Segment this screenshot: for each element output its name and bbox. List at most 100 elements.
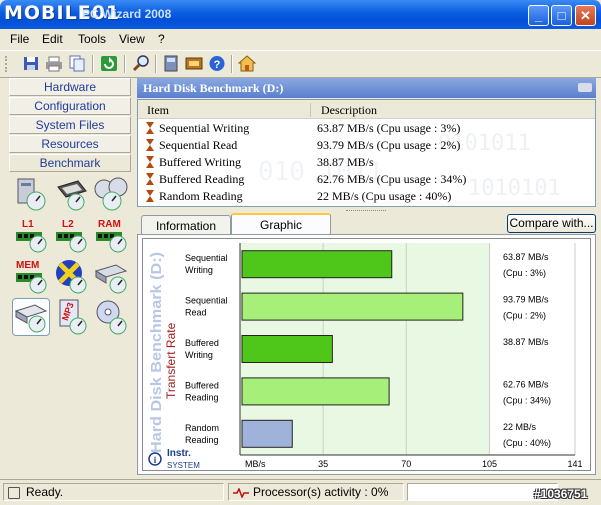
list-item[interactable]: Sequential Writing 63.87 MB/s (Cpu usage… <box>138 120 595 137</box>
minimize-button[interactable]: _ <box>528 5 549 26</box>
refresh-icon[interactable] <box>100 55 118 72</box>
menu-view[interactable]: View <box>119 32 145 46</box>
mem-icon[interactable]: MEM <box>12 257 50 295</box>
chart-subtitle: Transfert Rate <box>164 322 178 399</box>
mp3-icon[interactable]: MP3 <box>52 298 90 336</box>
status-icon <box>8 486 20 499</box>
list-item[interactable]: Buffered Reading 62.76 MB/s (Cpu usage :… <box>138 171 595 188</box>
menu-file[interactable]: File <box>10 32 29 46</box>
hourglass-icon <box>146 190 154 202</box>
status-ready-text: Ready. <box>26 485 64 499</box>
help-icon[interactable]: ? <box>208 55 226 72</box>
print-icon[interactable] <box>45 55 63 72</box>
title-bar[interactable]: MOBILE01 PC Wizard 2008 _ □ ✕ <box>0 0 601 29</box>
category-label: Reading <box>185 435 219 445</box>
category-label: Sequential <box>185 253 228 263</box>
nav-system-files[interactable]: System Files <box>9 116 131 134</box>
result-description: 62.76 MB/s (Cpu usage : 34%) <box>317 172 467 186</box>
brand-line2: SYSTEM <box>167 461 200 470</box>
ram-icon[interactable]: RAM <box>92 216 130 254</box>
column-header-description[interactable]: Description <box>310 103 377 117</box>
result-item: Sequential Writing <box>159 121 250 135</box>
l2-cache-label: L2 <box>62 219 74 230</box>
benchmark-results-list: 0101011 010 1011 1010101 Item Descriptio… <box>137 99 596 207</box>
nav-configuration[interactable]: Configuration <box>9 97 131 115</box>
menu-bar: File Edit Tools View ? <box>0 29 601 49</box>
toolbar-separator <box>92 55 94 73</box>
nav-benchmark[interactable]: Benchmark <box>9 154 131 172</box>
copy-icon[interactable] <box>68 55 86 72</box>
home-icon[interactable] <box>237 55 257 72</box>
result-item: Buffered Writing <box>159 155 242 169</box>
l1-cache-icon[interactable]: L1 <box>12 216 50 254</box>
splitter-handle[interactable] <box>346 210 386 213</box>
result-description: 22 MB/s (Cpu usage : 40%) <box>317 189 452 203</box>
tab-graphic[interactable]: Graphic <box>231 213 331 235</box>
category-label: Read <box>185 308 207 318</box>
hardware-icon[interactable] <box>185 55 203 72</box>
x-tick-label: 70 <box>401 459 411 469</box>
data-label: (Cpu : 3%) <box>503 268 546 278</box>
toolbar-grip[interactable] <box>5 56 10 72</box>
watermark-id: #1036751 <box>534 487 588 501</box>
close-button[interactable]: ✕ <box>575 5 596 26</box>
result-item: Buffered Reading <box>159 172 245 186</box>
benchmark-chart: Hard Disk Benchmark (D:) Transfert Rate … <box>148 243 583 470</box>
bar <box>241 335 333 363</box>
save-icon[interactable] <box>22 55 40 72</box>
removable-icon[interactable] <box>92 257 130 295</box>
bar <box>241 250 393 279</box>
cpu-icon[interactable] <box>162 55 180 72</box>
category-label: Buffered <box>185 338 219 348</box>
toolbar-separator <box>231 55 233 73</box>
svg-text:?: ? <box>214 59 221 71</box>
menu-edit[interactable]: Edit <box>42 32 63 46</box>
toolbar-separator <box>155 55 157 73</box>
hourglass-icon <box>146 139 154 151</box>
status-activity-cell: Processor(s) activity : 0% <box>228 483 404 501</box>
bar <box>241 377 390 406</box>
window-title: PC Wizard 2008 <box>82 7 172 21</box>
system-benchmark-icon[interactable] <box>12 175 50 213</box>
panel-header: Hard Disk Benchmark (D:) <box>137 78 596 98</box>
brand-line1: Instr. <box>167 448 191 459</box>
pulse-icon <box>233 486 249 499</box>
search-icon[interactable] <box>132 55 150 72</box>
category-label: Reading <box>185 392 219 402</box>
data-label: (Cpu : 40%) <box>503 438 551 448</box>
panel-title: Hard Disk Benchmark (D:) <box>143 81 284 95</box>
maximize-button[interactable]: □ <box>551 5 572 26</box>
data-label: (Cpu : 2%) <box>503 311 546 321</box>
compare-with-button[interactable]: Compare with... <box>507 214 596 233</box>
hard-disk-icon[interactable] <box>12 298 50 336</box>
nav-hardware[interactable]: Hardware <box>9 78 131 96</box>
video-icon[interactable] <box>52 257 90 295</box>
tab-information[interactable]: Information <box>141 215 231 235</box>
benchmark-icon-grid: L1 L2 RAM MEM MP3 <box>9 173 131 473</box>
result-description: 38.87 MB/s <box>317 155 374 169</box>
nav-resources[interactable]: Resources <box>9 135 131 153</box>
x-tick-label: 35 <box>318 459 328 469</box>
cpu-benchmark-icon[interactable] <box>52 175 90 213</box>
status-ready-cell: Ready. <box>3 483 224 501</box>
menu-help[interactable]: ? <box>158 32 165 46</box>
cdrom-icon[interactable] <box>92 298 130 336</box>
list-item[interactable]: Buffered Writing 38.87 MB/s <box>138 154 595 171</box>
hourglass-icon <box>146 173 154 185</box>
list-item[interactable]: Sequential Read 93.79 MB/s (Cpu usage : … <box>138 137 595 154</box>
multi-cpu-benchmark-icon[interactable] <box>92 175 130 213</box>
chart-title: Hard Disk Benchmark (D:) <box>148 252 165 453</box>
graphic-panel: Hard Disk Benchmark (D:) Transfert Rate … <box>137 234 596 475</box>
column-header-item[interactable]: Item <box>147 103 169 118</box>
l2-cache-icon[interactable]: L2 <box>52 216 90 254</box>
data-label: 62.76 MB/s <box>503 379 549 389</box>
eject-icon[interactable] <box>578 83 592 92</box>
menu-tools[interactable]: Tools <box>78 32 106 46</box>
category-label: Writing <box>185 265 213 275</box>
x-tick-label: 141 <box>567 459 582 469</box>
list-item[interactable]: Random Reading 22 MB/s (Cpu usage : 40%) <box>138 188 595 205</box>
category-label: Writing <box>185 350 213 360</box>
hourglass-icon <box>146 156 154 168</box>
processor-activity: Processor(s) activity : 0% <box>253 485 389 499</box>
chart-frame: Hard Disk Benchmark (D:) Transfert Rate … <box>142 238 591 471</box>
